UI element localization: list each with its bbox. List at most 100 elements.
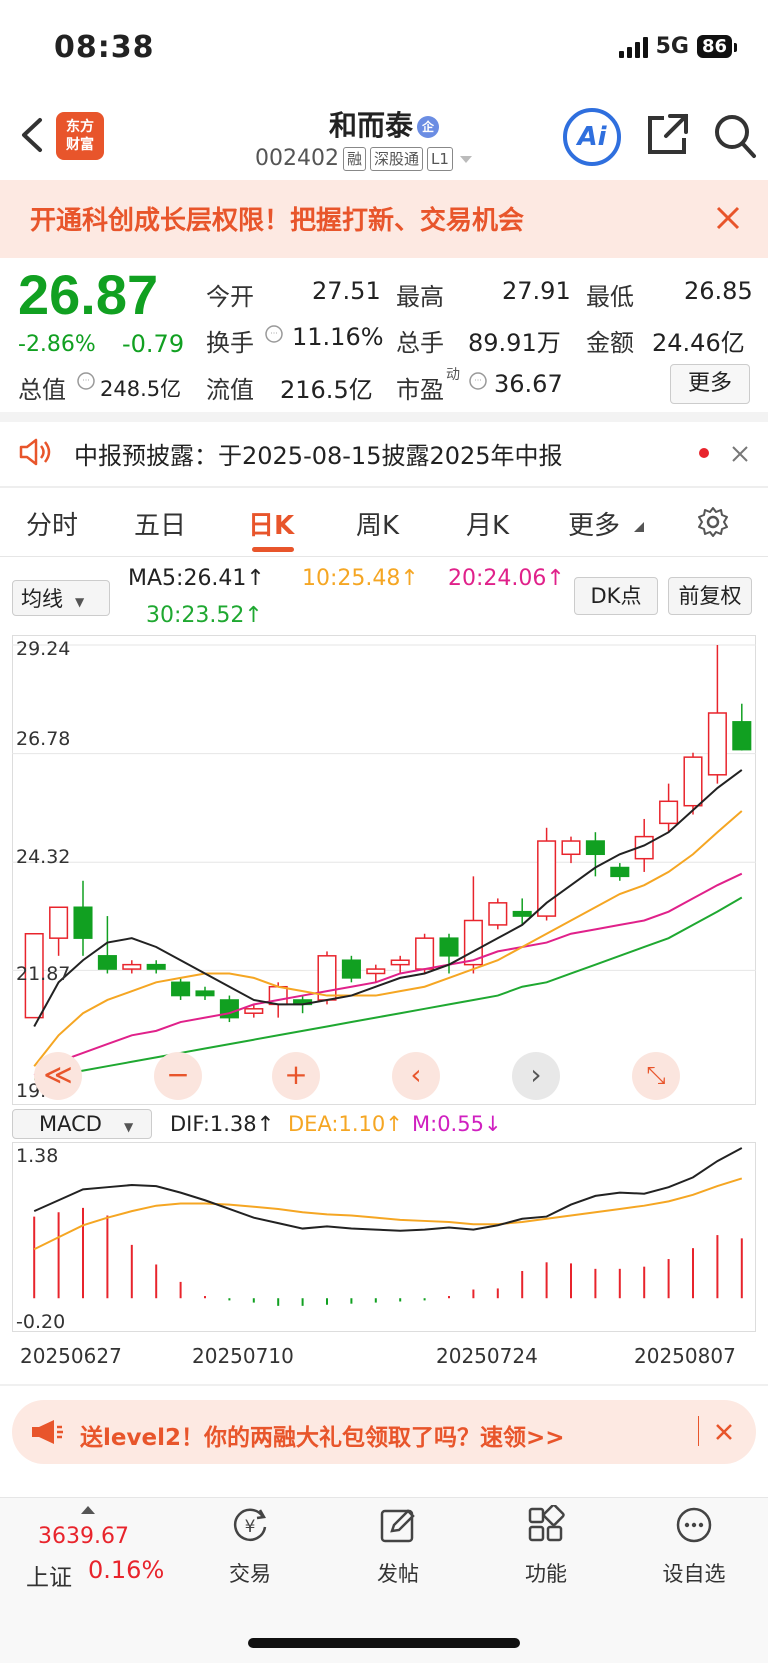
index-value[interactable]: 3639.67 (38, 1524, 129, 1549)
ma-selector[interactable]: 均线 ▼ (12, 580, 110, 616)
status-icons: 5G 86 (618, 34, 738, 59)
candle-up (390, 959, 410, 966)
close-icon[interactable] (714, 1422, 734, 1442)
fullscreen-button[interactable]: ⤡ (632, 1052, 680, 1100)
settings-icon[interactable] (696, 505, 730, 539)
dea-value: DEA:1.10↑ (288, 1112, 403, 1136)
low-value: 26.85 (684, 277, 753, 305)
turnover-label: 换手 (206, 329, 254, 357)
svg-text:···: ··· (82, 376, 90, 385)
amount-value: 24.46亿 (652, 329, 745, 357)
nav-trade[interactable]: ¥ 交易 (200, 1505, 300, 1588)
candle-up (49, 906, 69, 939)
search-icon[interactable] (712, 112, 758, 160)
svg-text:···: ··· (270, 329, 278, 338)
notice-text[interactable]: 中报预披露：于2025-08-15披露2025年中报 (74, 436, 563, 471)
candle-down (732, 721, 752, 751)
tab-more[interactable]: 更多 (568, 505, 620, 542)
candle-up (537, 840, 557, 917)
network-label: 5G (655, 34, 689, 59)
candle-up (659, 800, 679, 825)
float-value: 216.5亿 (280, 376, 373, 404)
candle-up (488, 902, 508, 926)
battery-icon: 86 (696, 35, 738, 58)
adjust-button[interactable]: 前复权 (668, 577, 752, 615)
ma30-value: 30:23.52↑ (146, 603, 263, 628)
high-value: 27.91 (502, 277, 571, 305)
candle-down (610, 866, 630, 878)
stock-name: 和而泰 (328, 109, 413, 142)
pe-value: 36.67 (494, 370, 563, 398)
low-label: 最低 (586, 283, 634, 311)
stock-code-row[interactable]: 002402 融 深股通 L1 (255, 146, 475, 171)
candle-down (439, 937, 459, 957)
zoom-out-button[interactable]: − (154, 1052, 202, 1100)
candle-down (585, 840, 605, 856)
edit-icon (380, 1509, 415, 1543)
macd-y-label-top: 1.38 (16, 1145, 59, 1167)
y-axis-label-top: 29.24 (16, 638, 71, 660)
more-button[interactable]: 更多 (670, 364, 750, 404)
change-pct: -2.86% (18, 332, 96, 357)
info-icon[interactable]: ··· (76, 371, 96, 391)
candle-down (341, 959, 361, 979)
nav-post[interactable]: 发帖 (348, 1505, 448, 1588)
ai-button[interactable]: Ai (563, 108, 621, 166)
scroll-first-button[interactable]: ≪ (34, 1052, 82, 1100)
mcap-label: 总值 (18, 376, 66, 404)
date-label: 20250627 (20, 1344, 122, 1368)
divider (0, 412, 768, 422)
status-time: 08:38 (54, 30, 155, 65)
tab-intraday[interactable]: 分时 (26, 505, 78, 542)
mcap-value: 248.5亿 (100, 377, 182, 401)
dk-point-button[interactable]: DK点 (574, 577, 658, 615)
tab-five-day[interactable]: 五日 (134, 505, 186, 542)
tab-daily-k[interactable]: 日K (248, 505, 294, 542)
index-name[interactable]: 上证 (26, 1558, 72, 1592)
divider (0, 556, 768, 557)
expand-up-icon[interactable] (80, 1505, 96, 1515)
tab-weekly-k[interactable]: 周K (356, 505, 399, 542)
dea-line (33, 1177, 743, 1251)
triangle-icon (634, 522, 644, 532)
float-label: 流值 (206, 376, 254, 404)
candlestick-chart[interactable] (12, 635, 756, 1105)
scroll-right-button[interactable]: › (512, 1052, 560, 1100)
dif-value: DIF:1.38↑ (170, 1112, 275, 1136)
date-label: 20250807 (634, 1344, 736, 1368)
close-icon[interactable] (730, 444, 750, 464)
y-axis-label: 21.87 (16, 963, 71, 985)
ma10-value: 10:25.48↑ (302, 566, 419, 591)
candle-up (244, 1008, 264, 1014)
zoom-in-button[interactable]: + (272, 1052, 320, 1100)
candle-up (707, 712, 727, 776)
amount-label: 金额 (586, 329, 634, 357)
indicator-selector[interactable]: MACD ▼ (12, 1109, 152, 1139)
home-indicator (248, 1638, 520, 1648)
info-icon[interactable]: ··· (264, 324, 284, 344)
pe-label: 市盈 (396, 376, 444, 404)
change-abs: -0.79 (122, 330, 185, 358)
open-value: 27.51 (312, 277, 381, 305)
macd-chart[interactable] (12, 1142, 756, 1332)
nav-watchlist-settings[interactable]: 设自选 (644, 1505, 744, 1588)
index-change[interactable]: 0.16% (88, 1556, 164, 1584)
level2-promo-text[interactable]: 送level2！你的两融大礼包领取了吗？速领>> (80, 1418, 565, 1452)
scroll-left-button[interactable]: ‹ (392, 1052, 440, 1100)
turnover-value: 11.16% (292, 323, 384, 351)
trade-icon: ¥ (233, 1508, 267, 1541)
share-icon[interactable] (646, 112, 690, 158)
close-icon[interactable] (714, 204, 742, 232)
promo-banner-text[interactable]: 开通科创成长层权限！把握打新、交易机会 (30, 200, 524, 237)
nav-functions[interactable]: 功能 (496, 1503, 596, 1588)
macd-y-label-bottom: -0.20 (16, 1311, 66, 1333)
date-label: 20250710 (192, 1344, 294, 1368)
svg-text:···: ··· (474, 376, 482, 385)
tab-monthly-k[interactable]: 月K (466, 505, 509, 542)
tag-level: L1 (427, 146, 453, 171)
divider (0, 486, 768, 488)
y-axis-label: 26.78 (16, 728, 71, 750)
tag-connect: 深股通 (370, 146, 424, 171)
candle-up (366, 968, 386, 975)
info-icon[interactable]: ··· (468, 371, 488, 391)
